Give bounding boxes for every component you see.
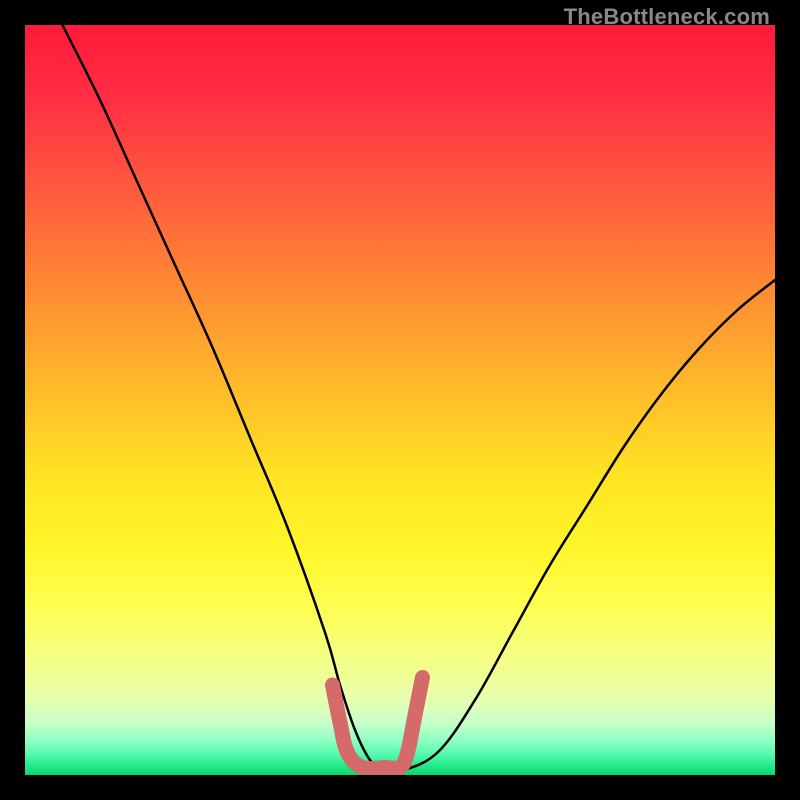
- watermark-text: TheBottleneck.com: [564, 4, 770, 30]
- bottleneck-curve: [63, 25, 776, 773]
- plot-area: [25, 25, 775, 775]
- chart-frame: TheBottleneck.com: [0, 0, 800, 800]
- curve-layer: [25, 25, 775, 775]
- optimal-zone-marker: [333, 678, 423, 769]
